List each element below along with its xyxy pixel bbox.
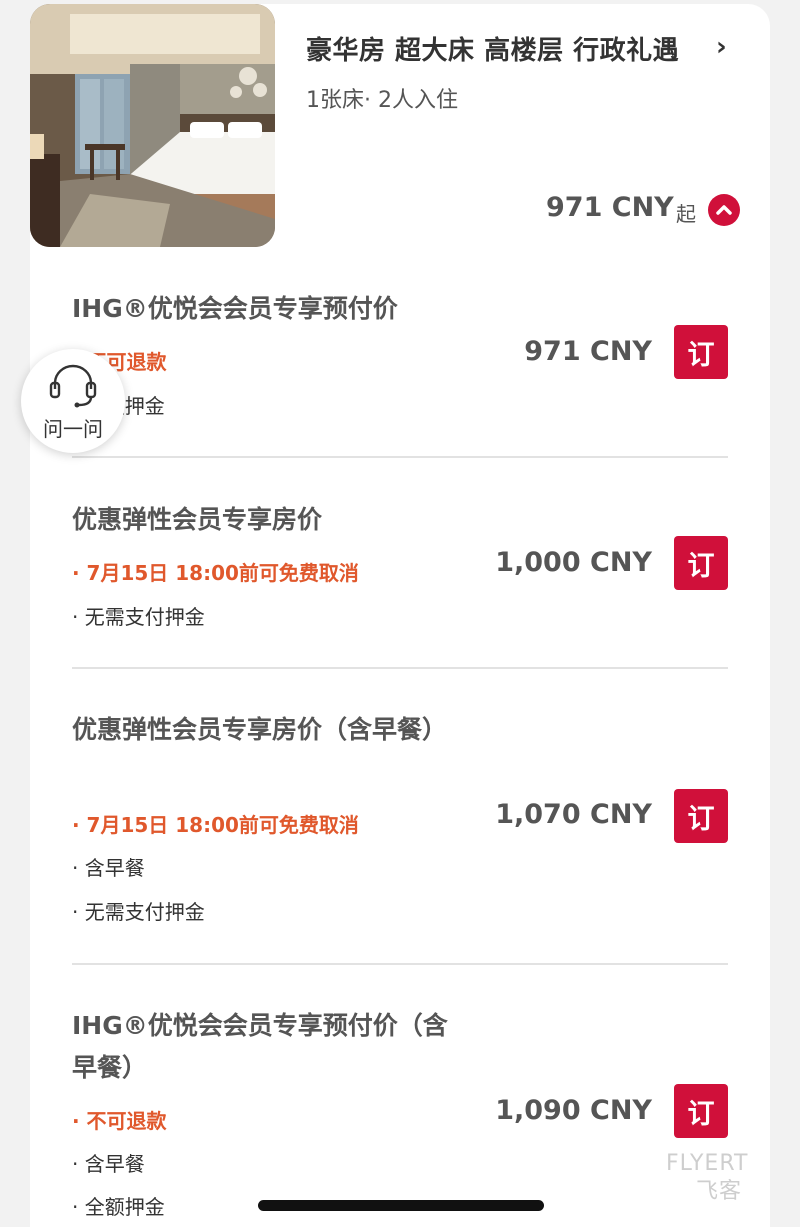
rate-price: 1,070 CNY <box>495 799 652 830</box>
help-label: 问一问 <box>43 417 103 441</box>
collapse-button[interactable] <box>708 194 740 226</box>
rate-policy: · 含早餐 <box>72 1152 145 1176</box>
hotel-bedroom-image <box>30 4 275 247</box>
price-from-label: 起 <box>676 202 696 226</box>
rate-policy: · 全额押金 <box>72 1195 165 1219</box>
rate-price: 971 CNY <box>524 336 652 367</box>
rate-name: 优惠弹性会员专享房价（含早餐） <box>72 715 448 744</box>
rate-name: IHG®优悦会会员专享预付价（含早餐） <box>72 1011 448 1082</box>
home-indicator[interactable] <box>258 1200 544 1211</box>
room-starting-price: 971 CNY <box>546 192 674 223</box>
chevron-right-icon[interactable]: › <box>716 32 727 62</box>
book-button[interactable]: 订 <box>674 789 728 843</box>
watermark-logo: FLYERT 飞客 <box>666 1150 748 1206</box>
rate-name: IHG®优悦会会员专享预付价 <box>72 294 398 323</box>
book-button[interactable]: 订 <box>674 1084 728 1138</box>
chevron-up-icon <box>716 205 732 215</box>
watermark-text: FLYERT <box>666 1151 749 1176</box>
headset-icon <box>49 364 97 408</box>
room-title[interactable]: 豪华房 超大床 高楼层 行政礼遇 <box>306 30 679 67</box>
rate-price: 1,000 CNY <box>495 547 652 578</box>
book-button[interactable]: 订 <box>674 325 728 379</box>
rate-policy: · 7月15日 18:00前可免费取消 <box>72 813 359 837</box>
rate-policy: · 7月15日 18:00前可免费取消 <box>72 561 359 585</box>
rate-policy: · 无需支付押金 <box>72 900 205 924</box>
rate-list: IHG®优悦会会员专享预付价 · 不可退款 · 全额押金 971 CNY 订 优… <box>30 248 770 1227</box>
rate-policy: · 含早餐 <box>72 856 145 880</box>
book-button[interactable]: 订 <box>674 536 728 590</box>
room-photo[interactable] <box>30 4 275 247</box>
help-chat-button[interactable]: 问一问 <box>21 349 125 453</box>
rate-name: 优惠弹性会员专享房价 <box>72 505 323 534</box>
rate-policy: · 不可退款 <box>72 1109 167 1133</box>
watermark-subtext: 飞客 <box>696 1179 743 1204</box>
divider <box>72 963 728 965</box>
divider <box>72 456 728 458</box>
room-card[interactable]: 豪华房 超大床 高楼层 行政礼遇 › 1张床· 2人入住 971 CNY 起 <box>30 4 770 248</box>
rate-policy: · 无需支付押金 <box>72 605 205 629</box>
hotel-room-rates-screen: 豪华房 超大床 高楼层 行政礼遇 › 1张床· 2人入住 971 CNY 起 I… <box>0 0 800 1227</box>
room-occupancy: 1张床· 2人入住 <box>306 88 458 113</box>
rate-price: 1,090 CNY <box>495 1095 652 1126</box>
divider <box>72 667 728 669</box>
